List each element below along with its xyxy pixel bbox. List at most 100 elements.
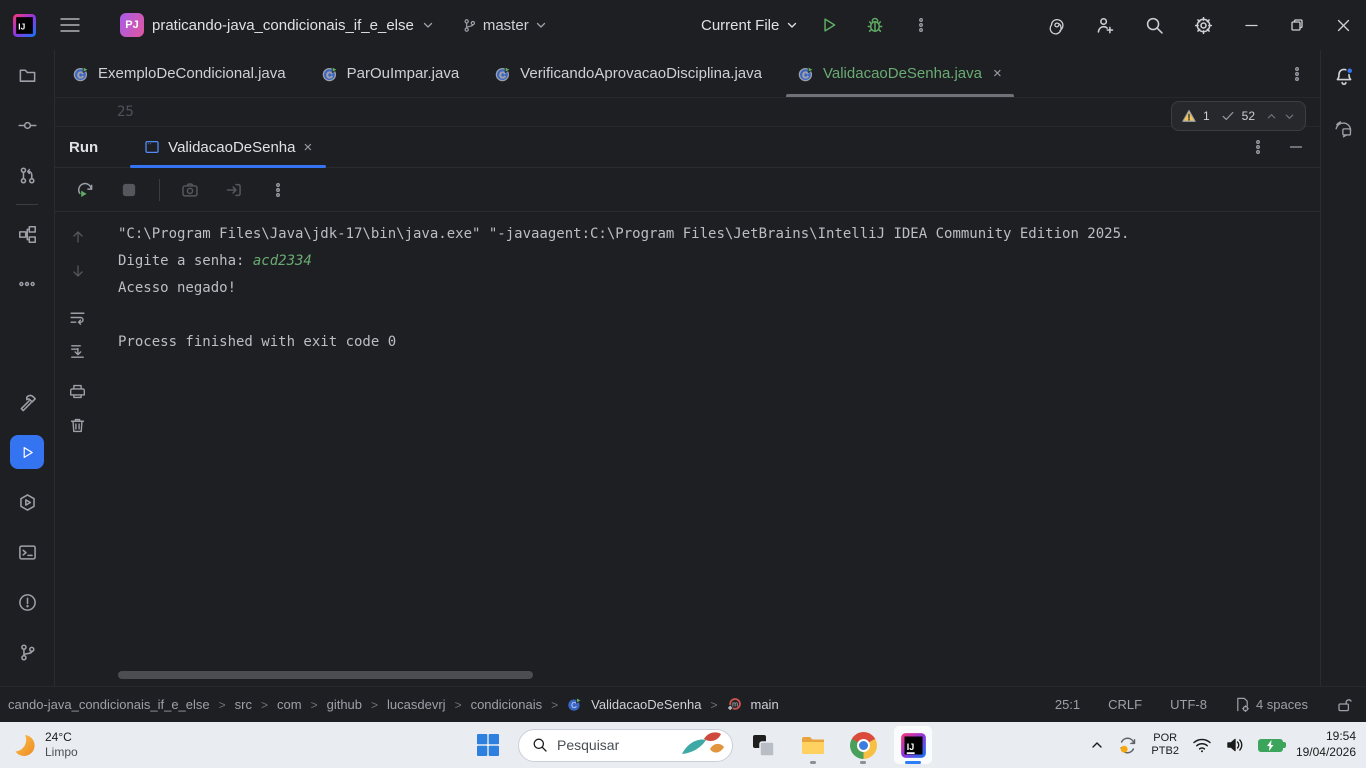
vcs-branch-widget[interactable]: master <box>454 8 555 42</box>
tab-label: ValidacaoDeSenha.java <box>823 65 982 82</box>
branch-icon <box>462 18 477 33</box>
stop-icon[interactable] <box>115 176 143 204</box>
caret-position-widget[interactable]: 25:1 <box>1055 697 1080 712</box>
encoding-widget[interactable]: UTF-8 <box>1170 697 1207 712</box>
notifications-bell-icon[interactable] <box>1327 60 1361 94</box>
indent-widget[interactable]: 4 spaces <box>1235 697 1308 712</box>
inspections-widget[interactable]: 1 52 <box>1171 101 1306 131</box>
chrome-button[interactable] <box>843 725 883 765</box>
line-ending-widget[interactable]: CRLF <box>1108 697 1142 712</box>
svg-text:C: C <box>500 69 506 79</box>
search-everywhere-icon[interactable] <box>1130 0 1179 50</box>
project-tool-icon[interactable] <box>10 58 44 92</box>
start-button[interactable] <box>468 725 508 765</box>
console-more-options-icon[interactable] <box>264 176 292 204</box>
ai-assistant-icon[interactable] <box>1032 0 1081 50</box>
pull-requests-tool-icon[interactable] <box>10 158 44 192</box>
horizontal-scrollbar[interactable] <box>118 671 533 679</box>
scroll-to-end-icon[interactable] <box>65 338 91 364</box>
run-tool-icon[interactable] <box>10 435 44 469</box>
tab-close-icon[interactable]: × <box>993 65 1002 82</box>
window-close-button[interactable] <box>1320 0 1366 50</box>
tab-verificandoaprovacaodisciplina[interactable]: C VerificandoAprovacaoDisciplina.java <box>477 50 780 97</box>
tray-chevron-up-icon[interactable] <box>1090 738 1104 752</box>
taskbar-search-box[interactable]: Pesquisar <box>518 729 733 762</box>
run-panel-options-icon[interactable] <box>1244 133 1272 161</box>
window-minimize-button[interactable] <box>1228 0 1274 50</box>
debug-button[interactable] <box>852 0 898 50</box>
run-tab-label: ValidacaoDeSenha <box>168 139 295 156</box>
onedrive-sync-icon[interactable] <box>1117 735 1138 756</box>
crumb-com[interactable]: com <box>277 697 302 712</box>
structure-tool-icon[interactable] <box>10 217 44 251</box>
crumb-main[interactable]: main <box>751 697 779 712</box>
svg-text:C: C <box>77 69 83 79</box>
intellij-taskbar-button[interactable]: IJ <box>893 725 933 765</box>
down-stacktrace-icon[interactable] <box>65 258 91 284</box>
svg-text:C: C <box>571 701 577 710</box>
clear-console-icon[interactable] <box>65 412 91 438</box>
tab-options-icon[interactable] <box>1274 49 1320 99</box>
crumb-project[interactable]: cando-java_condicionais_if_e_else <box>8 697 210 712</box>
run-panel-title: Run <box>69 139 98 156</box>
run-tab-close-icon[interactable]: × <box>304 139 313 156</box>
crumb-condicionais[interactable]: condicionais <box>471 697 543 712</box>
thread-dump-camera-icon[interactable] <box>176 176 204 204</box>
prev-problem-icon[interactable] <box>1266 111 1277 122</box>
print-icon[interactable] <box>65 378 91 404</box>
editor-area[interactable]: 25 1 52 <box>55 98 1320 127</box>
problems-tool-icon[interactable] <box>10 585 44 619</box>
battery-icon[interactable] <box>1258 739 1283 752</box>
run-configuration-selector[interactable]: Current File <box>693 8 806 42</box>
build-tool-icon[interactable] <box>10 385 44 419</box>
tab-validacaodesenha[interactable]: C ValidacaoDeSenha.java × <box>780 50 1020 97</box>
run-panel-hide-icon[interactable] <box>1282 133 1310 161</box>
wifi-icon[interactable] <box>1192 735 1212 755</box>
clock-widget[interactable]: 19:54 19/04/2026 <box>1296 729 1356 760</box>
detach-console-icon[interactable] <box>220 176 248 204</box>
soft-wrap-icon[interactable] <box>65 304 91 330</box>
run-console-output[interactable]: "C:\Program Files\Java\jdk-17\bin\java.e… <box>100 212 1320 686</box>
unlocked-icon[interactable] <box>1336 697 1352 713</box>
console-command-line: "C:\Program Files\Java\jdk-17\bin\java.e… <box>118 221 1320 248</box>
task-view-button[interactable] <box>743 725 783 765</box>
weather-widget[interactable]: 24°C Limpo <box>10 730 78 760</box>
crumb-src[interactable]: src <box>235 697 252 712</box>
version-control-tool-icon[interactable] <box>10 635 44 669</box>
code-with-me-icon[interactable] <box>1081 0 1130 50</box>
next-problem-icon[interactable] <box>1284 111 1295 122</box>
branch-name: master <box>483 17 529 34</box>
editor-line-number: 25 <box>117 104 134 120</box>
chevron-down-icon <box>535 19 547 31</box>
ai-chat-tool-icon[interactable] <box>1327 112 1361 146</box>
tab-exemplodecondicional[interactable]: C ExemploDeCondicional.java <box>55 50 304 97</box>
left-tool-stripe <box>0 50 55 686</box>
more-actions-icon[interactable] <box>898 0 944 50</box>
tab-paroulmpar[interactable]: C ParOuImpar.java <box>304 50 478 97</box>
intellij-logo-icon[interactable]: IJ <box>0 0 48 50</box>
crumb-github[interactable]: github <box>327 697 362 712</box>
running-indicator <box>810 761 816 764</box>
rerun-icon[interactable] <box>71 176 99 204</box>
volume-icon[interactable] <box>1225 735 1245 755</box>
right-tool-stripe <box>1320 50 1366 686</box>
window-restore-button[interactable] <box>1274 0 1320 50</box>
run-button[interactable] <box>806 0 852 50</box>
services-tool-icon[interactable] <box>10 485 44 519</box>
svg-text:IJ: IJ <box>906 742 914 752</box>
more-tool-windows-icon[interactable] <box>10 267 44 301</box>
svg-text:C: C <box>802 69 808 79</box>
project-widget[interactable]: PJ praticando-java_condicionais_if_e_els… <box>114 8 440 42</box>
file-explorer-button[interactable] <box>793 725 833 765</box>
java-class-icon: C <box>322 66 338 82</box>
commit-tool-icon[interactable] <box>10 108 44 142</box>
run-tab-validacaodesenha[interactable]: ValidacaoDeSenha × <box>130 127 326 167</box>
crumb-validacaodesenha[interactable]: ValidacaoDeSenha <box>591 697 701 712</box>
terminal-tool-icon[interactable] <box>10 535 44 569</box>
settings-gear-icon[interactable] <box>1179 0 1228 50</box>
project-name: praticando-java_condicionais_if_e_else <box>152 17 414 34</box>
main-menu-icon[interactable] <box>48 0 92 50</box>
up-stacktrace-icon[interactable] <box>65 224 91 250</box>
crumb-lucasdevrj[interactable]: lucasdevrj <box>387 697 446 712</box>
language-indicator[interactable]: POR PTB2 <box>1151 732 1179 758</box>
